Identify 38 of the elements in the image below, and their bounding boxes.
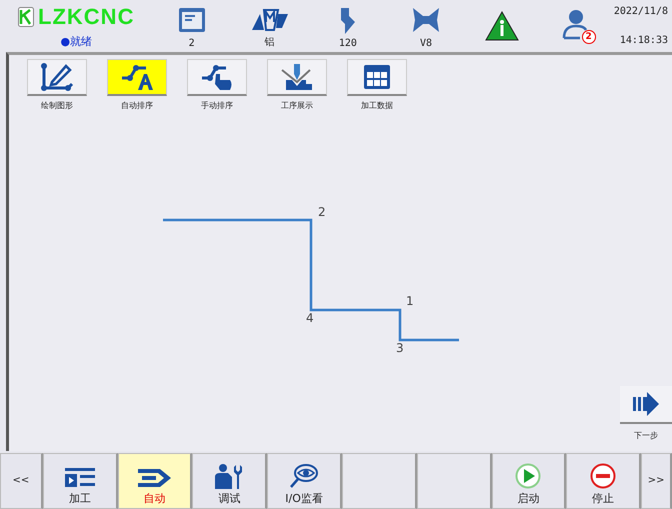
material-icon <box>250 6 290 32</box>
bend-point-label: 1 <box>406 294 414 308</box>
die-icon <box>411 6 442 34</box>
bend-point-label: 2 <box>318 205 326 219</box>
machine-status: ●就绪 <box>60 34 92 49</box>
eye-magnifier-icon <box>289 463 320 489</box>
date-text: 2022/11/8 <box>614 6 668 17</box>
notification-badge: 2 <box>582 30 596 44</box>
mode-tab[interactable]: 加工 <box>42 453 118 509</box>
mode-tab[interactable]: I/O监看 <box>267 453 342 509</box>
start-button[interactable]: 启动 <box>492 453 566 509</box>
polyline-hand-icon <box>200 62 234 92</box>
alarm-info-icon[interactable] <box>485 11 520 41</box>
program-list-icon <box>64 467 95 489</box>
brand-logo: LZKCNC <box>38 6 134 28</box>
header-value: 2 <box>188 38 195 49</box>
page-right-button[interactable]: >> <box>641 453 672 509</box>
mode-tab[interactable]: 调试 <box>192 453 268 509</box>
pencil-polyline-icon <box>40 62 74 92</box>
folder-icon <box>176 6 207 34</box>
header-value: 120 <box>338 38 357 49</box>
mode-tab[interactable]: 自动 <box>118 453 192 509</box>
bending-process-icon <box>280 62 314 92</box>
bend-point-label: 4 <box>306 311 314 325</box>
stop-button[interactable]: 停止 <box>566 453 642 509</box>
worker-wrench-icon <box>214 463 244 489</box>
auto-arrow-icon <box>138 467 172 489</box>
header-value: 铝 <box>264 36 275 49</box>
bend-point-label: 3 <box>396 341 404 355</box>
stop-icon <box>590 463 616 489</box>
time-text: 14:18:33 <box>620 35 668 46</box>
play-icon <box>515 463 542 489</box>
table-icon <box>362 63 392 91</box>
logo-icon <box>18 7 34 27</box>
arrow-right-icon <box>633 392 659 416</box>
polyline-letter-icon <box>120 62 154 92</box>
header-value: V8 <box>420 38 432 49</box>
page-left-button[interactable]: << <box>0 453 43 509</box>
